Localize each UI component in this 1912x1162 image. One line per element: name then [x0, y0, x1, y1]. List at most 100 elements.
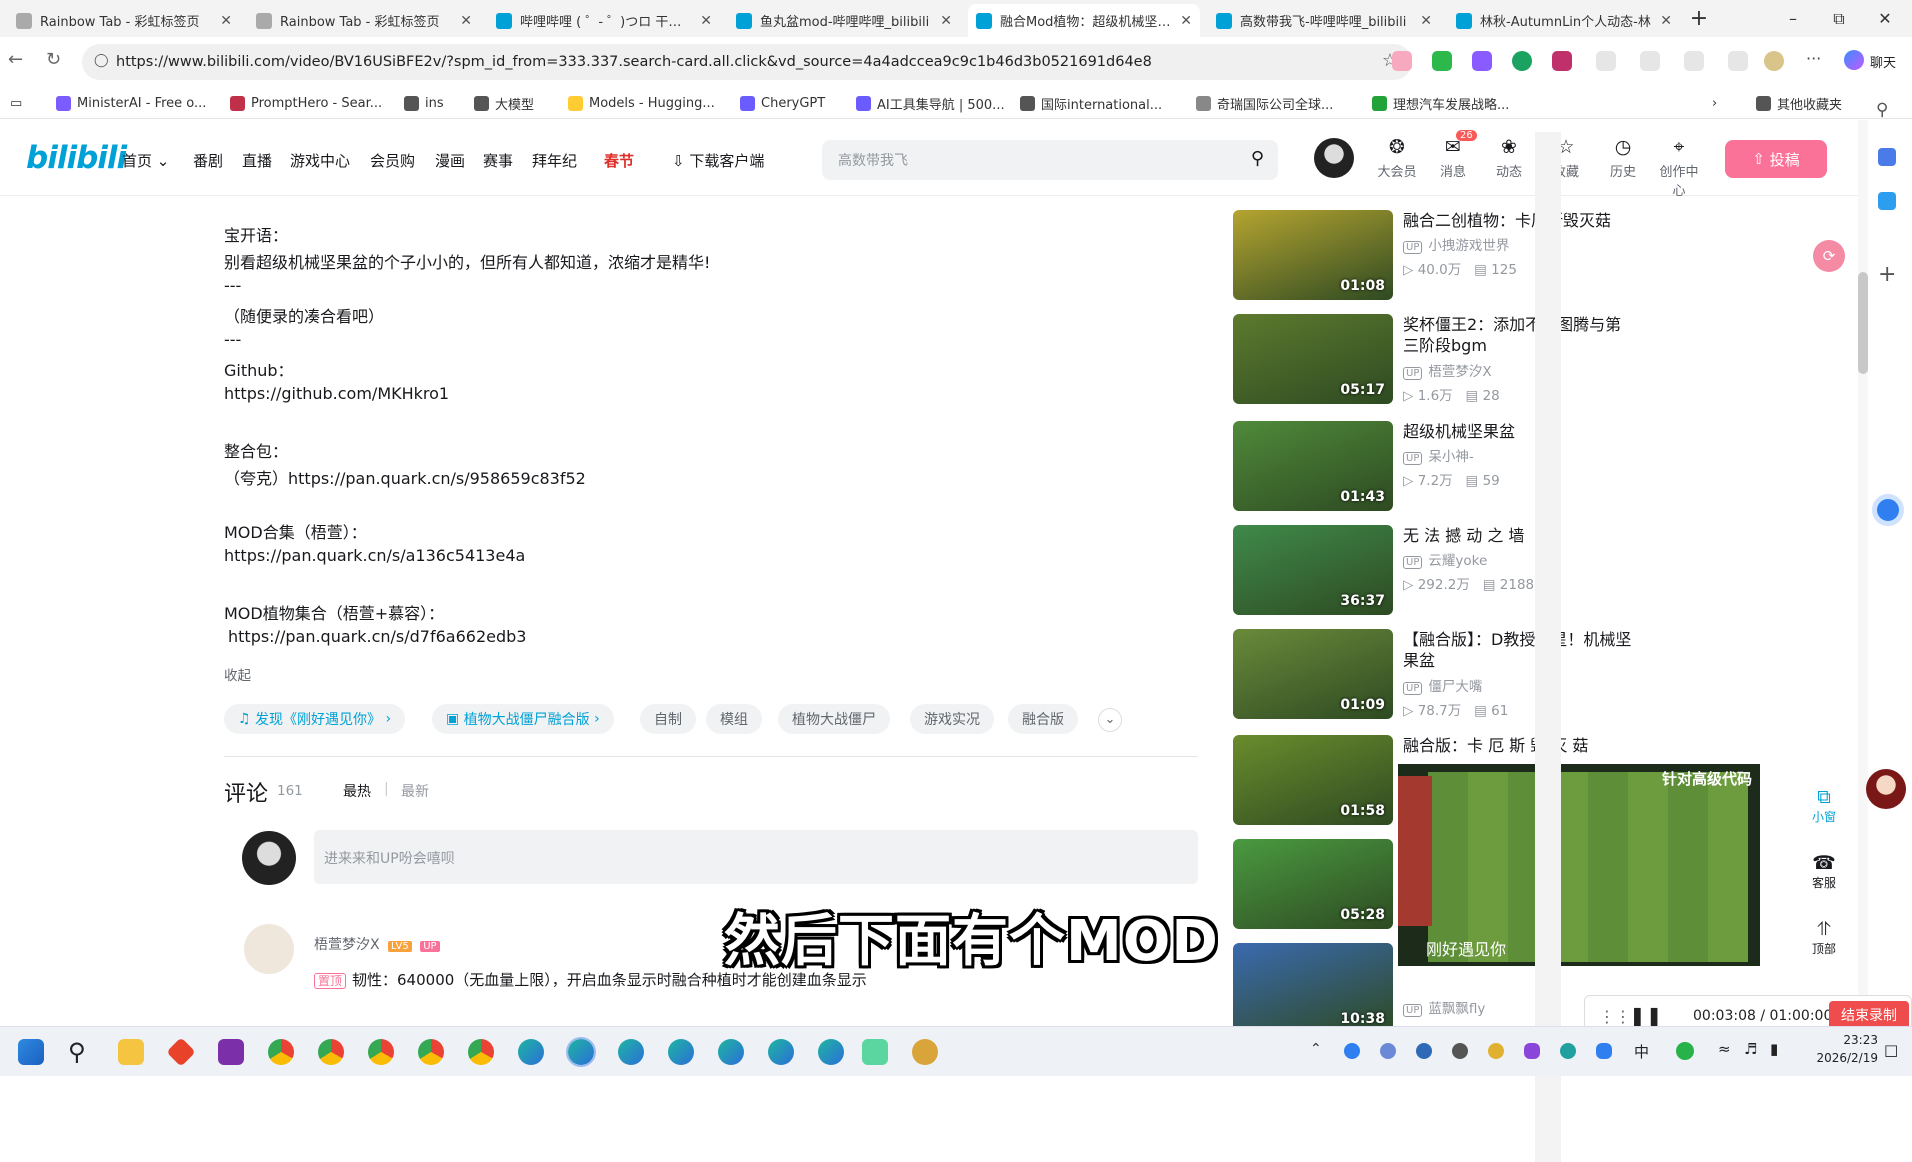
- tray-time[interactable]: 23:23: [1820, 1033, 1878, 1047]
- video-thumbnail[interactable]: 01:09: [1233, 629, 1393, 719]
- bookmark-item[interactable]: Models - Hugging...: [568, 93, 715, 113]
- tray-chevron-icon[interactable]: ⌃: [1310, 1041, 1322, 1057]
- battery-icon[interactable]: ▮: [1770, 1040, 1778, 1058]
- video-title[interactable]: 超级机械坚果盆: [1403, 421, 1633, 442]
- edge-icon[interactable]: [768, 1039, 794, 1065]
- video-thumbnail[interactable]: 36:37: [1233, 525, 1393, 615]
- tab-close-icon[interactable]: ✕: [700, 13, 712, 29]
- expand-tags-icon[interactable]: ⌄: [1098, 708, 1122, 732]
- edge-icon[interactable]: [668, 1039, 694, 1065]
- nav-anime[interactable]: 番剧: [193, 150, 223, 171]
- chrome-icon[interactable]: [418, 1039, 444, 1065]
- bookmark-item[interactable]: ins: [404, 93, 444, 113]
- tray-icon[interactable]: [1524, 1043, 1540, 1059]
- mini-player[interactable]: 针对高级代码 刚好遇见你: [1398, 764, 1760, 966]
- video-tag[interactable]: ♫ 发现《刚好遇见你》 ›: [224, 704, 406, 734]
- video-thumbnail[interactable]: 01:43: [1233, 421, 1393, 511]
- header-creator-button[interactable]: ⌖ 创作中心: [1654, 136, 1704, 199]
- window-close-icon[interactable]: ✕: [1862, 0, 1908, 37]
- video-uploader[interactable]: UP 僵尸大嘴: [1403, 675, 1482, 695]
- bookmark-item[interactable]: PromptHero - Sear...: [230, 93, 382, 113]
- start-icon[interactable]: [18, 1039, 44, 1065]
- video-thumbnail[interactable]: 05:28: [1233, 839, 1393, 929]
- nav-live[interactable]: 直播: [242, 150, 272, 171]
- refresh-icon[interactable]: ↻: [46, 49, 61, 70]
- video-uploader[interactable]: UP 云耀yoke: [1403, 549, 1487, 569]
- nav-shop[interactable]: 会员购: [370, 150, 415, 171]
- video-uploader[interactable]: UP 梧萱梦汐X: [1403, 360, 1492, 380]
- sort-hot-tab[interactable]: 最热: [343, 781, 371, 801]
- bilibili-logo[interactable]: bilibili: [26, 140, 127, 176]
- minimize-icon[interactable]: –: [1770, 0, 1816, 37]
- bookmark-item[interactable]: 其他收藏夹: [1756, 93, 1842, 113]
- tray-icon[interactable]: [1488, 1043, 1504, 1059]
- bookmark-item[interactable]: 奇瑞国际公司全球...: [1196, 93, 1333, 113]
- search-icon[interactable]: ⚲: [68, 1039, 94, 1065]
- edge-icon[interactable]: [518, 1039, 544, 1065]
- video-uploader[interactable]: UP 呆小神-: [1403, 445, 1474, 465]
- edge-icon[interactable]: [618, 1039, 644, 1065]
- edge-sidebar-icon[interactable]: [1878, 192, 1896, 210]
- collections-icon[interactable]: [1728, 51, 1748, 71]
- tray-icon[interactable]: [1380, 1043, 1396, 1059]
- chrome-icon[interactable]: [268, 1039, 294, 1065]
- tab-close-icon[interactable]: ✕: [1420, 13, 1432, 29]
- collapse-link[interactable]: 收起: [224, 664, 251, 684]
- extension-icon[interactable]: [1472, 51, 1492, 71]
- tray-date[interactable]: 2026/2/19: [1810, 1051, 1878, 1065]
- commenter-avatar[interactable]: [244, 924, 294, 974]
- extension-icon[interactable]: [1552, 51, 1572, 71]
- onenote-icon[interactable]: [218, 1039, 244, 1065]
- wechat-icon[interactable]: [1676, 1042, 1694, 1060]
- extension-icon[interactable]: [1392, 51, 1412, 71]
- video-title[interactable]: 【融合版】：D教授克星！机械坚果盆: [1403, 629, 1633, 671]
- pause-icon[interactable]: ❚❚: [1629, 1004, 1663, 1028]
- notification-icon[interactable]: □: [1884, 1041, 1898, 1059]
- mini-window-button[interactable]: ⧉ 小窗: [1803, 786, 1845, 842]
- game-icon[interactable]: [912, 1039, 938, 1065]
- chrome-icon[interactable]: [468, 1039, 494, 1065]
- video-title[interactable]: 融合二创植物：卡厄斯毁灭菇: [1403, 210, 1633, 231]
- video-tag[interactable]: ▣ 植物大战僵尸融合版 ›: [432, 704, 614, 734]
- nav-spring-festival[interactable]: 春节: [604, 150, 634, 171]
- bookmark-item[interactable]: 国际international...: [1020, 93, 1162, 113]
- url-field[interactable]: ◯ https://www.bilibili.com/video/BV16USi…: [82, 44, 1412, 80]
- tab-close-icon[interactable]: ✕: [940, 13, 952, 29]
- desc-link[interactable]: https://github.com/MKHkro1: [224, 384, 449, 403]
- volume-icon[interactable]: ♬: [1744, 1040, 1757, 1058]
- back-icon[interactable]: ←: [8, 49, 23, 70]
- desc-link[interactable]: https://pan.quark.cn/s/a136c5413e4a: [224, 546, 525, 565]
- video-thumbnail[interactable]: 10:38: [1233, 943, 1393, 1033]
- bookmark-item[interactable]: AI工具集导航 | 500...: [856, 93, 1005, 113]
- tab-close-icon[interactable]: ✕: [220, 13, 232, 29]
- wifi-icon[interactable]: ≈: [1718, 1040, 1731, 1058]
- tab-close-icon[interactable]: ✕: [1180, 13, 1192, 29]
- video-thumbnail[interactable]: 01:58: [1233, 735, 1393, 825]
- copilot-icon[interactable]: [1844, 50, 1864, 70]
- file-explorer-icon[interactable]: [118, 1039, 144, 1065]
- new-tab-icon[interactable]: +: [1676, 0, 1722, 37]
- video-tag[interactable]: 融合版: [1008, 704, 1078, 734]
- video-title[interactable]: 奖杯僵王2：添加不死图腾与第三阶段bgm: [1403, 314, 1633, 356]
- desc-link[interactable]: （夸克）https://pan.quark.cn/s/958659c83f52: [224, 465, 586, 489]
- extension-icon[interactable]: [1512, 51, 1532, 71]
- chat-label[interactable]: 聊天: [1870, 52, 1896, 71]
- tray-icon[interactable]: [1560, 1043, 1576, 1059]
- back-to-top-button[interactable]: ⥣ 顶部: [1803, 918, 1845, 974]
- translate-float-icon[interactable]: ⟳: [1813, 240, 1845, 272]
- video-thumbnail[interactable]: 01:08: [1233, 210, 1393, 300]
- scrollbar-thumb[interactable]: [1858, 272, 1868, 374]
- drag-handle-icon[interactable]: ⋮⋮: [1599, 1007, 1631, 1026]
- bookmark-item[interactable]: 理想汽车发展战略...: [1372, 93, 1509, 113]
- add-sidebar-icon[interactable]: +: [1878, 262, 1896, 287]
- edge-icon[interactable]: [566, 1037, 596, 1067]
- video-uploader[interactable]: UP 蓝飘飘fly: [1403, 997, 1485, 1017]
- edge-search-icon[interactable]: ⚲: [1876, 100, 1888, 120]
- chrome-icon[interactable]: [318, 1039, 344, 1065]
- nav-download-client[interactable]: ⇩ 下载客户端: [672, 150, 764, 171]
- browser-tab[interactable]: 高数带我飞-哔哩哔哩_bilibili ✕: [1208, 4, 1440, 37]
- tray-icon[interactable]: [1416, 1043, 1432, 1059]
- nav-bainianji[interactable]: 拜年纪: [532, 150, 577, 171]
- app-icon[interactable]: [166, 1037, 196, 1067]
- more-menu-icon[interactable]: ···: [1806, 49, 1821, 68]
